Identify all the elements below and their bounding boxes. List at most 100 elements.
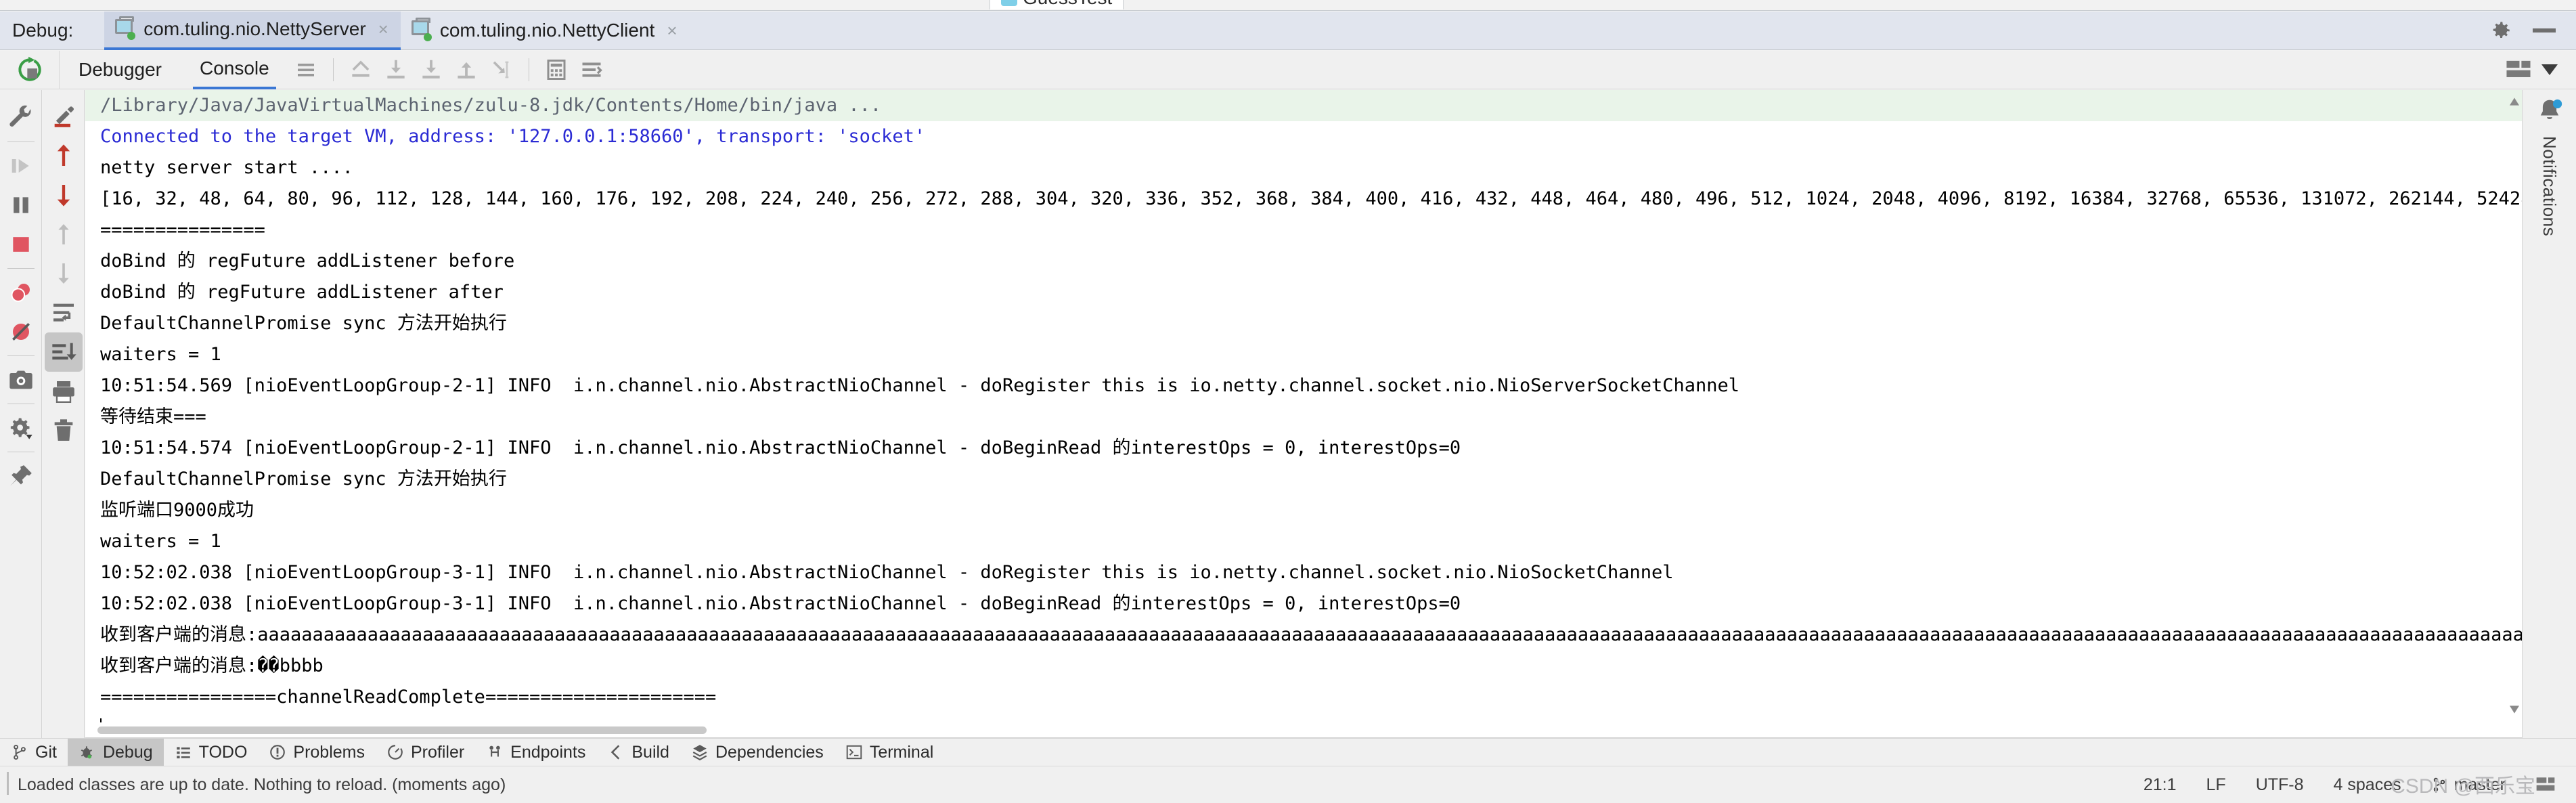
close-icon[interactable]: × xyxy=(664,20,680,41)
console-line: doBind 的 regFuture addListener after xyxy=(100,282,504,303)
scroll-to-end-icon[interactable] xyxy=(44,332,83,372)
toolbar-right-actions xyxy=(2506,60,2576,80)
scroll-down-icon[interactable] xyxy=(2510,705,2519,714)
console-line-connected: Connected to the target VM, address: '12… xyxy=(100,126,926,147)
profiler-icon xyxy=(388,745,403,760)
watermark: CSDN @西乐宝 xyxy=(2391,775,2535,798)
step-into-icon[interactable] xyxy=(414,52,449,87)
horizontal-scrollbar-thumb[interactable] xyxy=(97,726,707,734)
editor-tabs-sliver: GuessTest xyxy=(0,0,2576,11)
tab-debugger-label: Debugger xyxy=(79,59,162,80)
run-config-icon xyxy=(410,18,432,41)
run-config-icon xyxy=(114,16,136,40)
settings-gear-icon[interactable] xyxy=(2,408,40,448)
tab-debugger[interactable]: Debugger xyxy=(72,51,169,89)
dependencies-icon xyxy=(692,745,707,761)
soft-wrap-icon[interactable] xyxy=(45,293,83,332)
debug-header-bar: Debug: com.tuling.nio.NettyServer × com.… xyxy=(0,11,2576,50)
step-over-icon[interactable] xyxy=(378,52,414,87)
rerun-debug-icon[interactable] xyxy=(0,50,60,89)
bell-icon[interactable] xyxy=(2535,97,2564,127)
chevron-down-icon[interactable] xyxy=(2541,63,2558,77)
show-options-menu-icon[interactable] xyxy=(288,52,324,87)
scroll-up-icon[interactable] xyxy=(2510,97,2519,106)
next-occurrence-icon[interactable] xyxy=(45,175,83,215)
tool-window-label: Git xyxy=(35,742,57,762)
ide-window: GuessTest Debug: com.tuling.nio.NettySer… xyxy=(0,0,2576,803)
debug-session-tab-nettyserver[interactable]: com.tuling.nio.NettyServer × xyxy=(104,11,401,50)
gutter-divider xyxy=(7,355,35,356)
force-step-into-icon[interactable] xyxy=(449,52,484,87)
tool-window-label: Profiler xyxy=(410,742,465,762)
debug-session-label: com.tuling.nio.NettyClient xyxy=(439,20,655,41)
up-arrow-icon[interactable] xyxy=(45,215,83,254)
tool-window-label: Problems xyxy=(293,742,365,762)
step-out-icon[interactable] xyxy=(343,52,378,87)
console-vertical-scrollbar[interactable] xyxy=(2507,90,2522,737)
console-line: netty server start .... xyxy=(100,157,353,178)
encoding-widget[interactable]: UTF-8 xyxy=(2256,775,2304,795)
tool-window-label: Debug xyxy=(102,742,153,762)
print-icon[interactable] xyxy=(45,372,83,411)
console-lines: /Library/Java/JavaVirtualMachines/zulu-8… xyxy=(85,90,2522,737)
settings-list-icon[interactable] xyxy=(574,52,609,87)
console-horizontal-scrollbar[interactable] xyxy=(85,722,2522,737)
edit-pencil-icon[interactable] xyxy=(45,97,83,136)
tool-window-label: Dependencies xyxy=(715,742,824,762)
debug-label: Debug: xyxy=(12,20,74,41)
screenshot-icon[interactable] xyxy=(2,360,40,399)
pause-program-icon[interactable] xyxy=(2,186,40,225)
gutter-divider xyxy=(7,268,35,269)
console-line-client-msg: 收到客户端的消息:��bbbb xyxy=(100,655,324,676)
inspection-widget-icon[interactable] xyxy=(2535,777,2556,793)
caret-position-widget[interactable]: 21:1 xyxy=(2144,775,2177,795)
console-line: 等待结束=== xyxy=(100,406,206,427)
console-line-separator: ================channelReadComplete=====… xyxy=(100,687,717,708)
tool-window-profiler[interactable]: Profiler xyxy=(376,739,475,766)
mute-breakpoints-wrench-icon[interactable] xyxy=(2,98,40,137)
previous-occurrence-icon[interactable] xyxy=(45,136,83,175)
run-to-cursor-icon[interactable] xyxy=(484,52,519,87)
status-divider xyxy=(7,772,9,795)
tool-window-git[interactable]: Git xyxy=(0,739,68,766)
console-line-log: 10:51:54.574 [nioEventLoopGroup-2-1] INF… xyxy=(100,437,1461,458)
tool-window-build[interactable]: Build xyxy=(596,739,680,766)
mute-breakpoints-icon[interactable] xyxy=(2,312,40,351)
console-line-command: /Library/Java/JavaVirtualMachines/zulu-8… xyxy=(85,90,2522,121)
editor-tab-guesstest[interactable]: GuessTest xyxy=(990,0,1124,9)
console-line-log: 10:52:02.038 [nioEventLoopGroup-3-1] INF… xyxy=(100,562,1674,583)
tool-window-endpoints[interactable]: Endpoints xyxy=(475,739,596,766)
close-icon[interactable]: × xyxy=(376,19,391,39)
tool-window-dependencies[interactable]: Dependencies xyxy=(680,739,835,766)
tool-window-terminal[interactable]: Terminal xyxy=(835,739,944,766)
clear-all-icon[interactable] xyxy=(45,411,83,450)
debug-toolbar: Debugger Console xyxy=(0,50,2576,89)
notifications-strip[interactable]: Notifications xyxy=(2522,90,2576,738)
debug-session-label: com.tuling.nio.NettyServer xyxy=(143,18,366,39)
stop-icon[interactable] xyxy=(2,225,40,264)
layout-settings-icon[interactable] xyxy=(2506,60,2531,80)
gear-icon[interactable] xyxy=(2489,19,2512,42)
tab-console[interactable]: Console xyxy=(192,51,276,89)
console-line-buffer-sizes: [16, 32, 48, 64, 80, 96, 112, 128, 144, … xyxy=(100,188,2522,209)
down-arrow-icon[interactable] xyxy=(45,254,83,293)
console-line: 监听端口9000成功 xyxy=(100,500,254,521)
console-line: waiters = 1 xyxy=(100,344,221,365)
console-output-panel[interactable]: /Library/Java/JavaVirtualMachines/zulu-8… xyxy=(85,90,2522,738)
editor-tab-label: GuessTest xyxy=(1023,0,1112,9)
debug-session-tab-nettyclient[interactable]: com.tuling.nio.NettyClient × xyxy=(401,12,690,50)
view-breakpoints-icon[interactable] xyxy=(2,273,40,312)
tool-window-problems[interactable]: Problems xyxy=(258,739,376,766)
git-branch-icon xyxy=(14,744,26,760)
status-bar: Loaded classes are up to date. Nothing t… xyxy=(0,766,2576,803)
debug-bug-icon xyxy=(81,746,92,759)
resume-program-icon[interactable] xyxy=(2,146,40,186)
tool-window-todo[interactable]: TODO xyxy=(164,739,259,766)
line-separator-widget[interactable]: LF xyxy=(2206,775,2226,795)
pin-tab-icon[interactable] xyxy=(2,456,40,496)
tool-window-label: Terminal xyxy=(869,742,934,762)
console-line: waiters = 1 xyxy=(100,531,221,552)
minimize-icon[interactable] xyxy=(2533,28,2556,32)
tool-window-debug[interactable]: Debug xyxy=(67,738,164,766)
evaluate-expression-icon[interactable] xyxy=(539,52,574,87)
